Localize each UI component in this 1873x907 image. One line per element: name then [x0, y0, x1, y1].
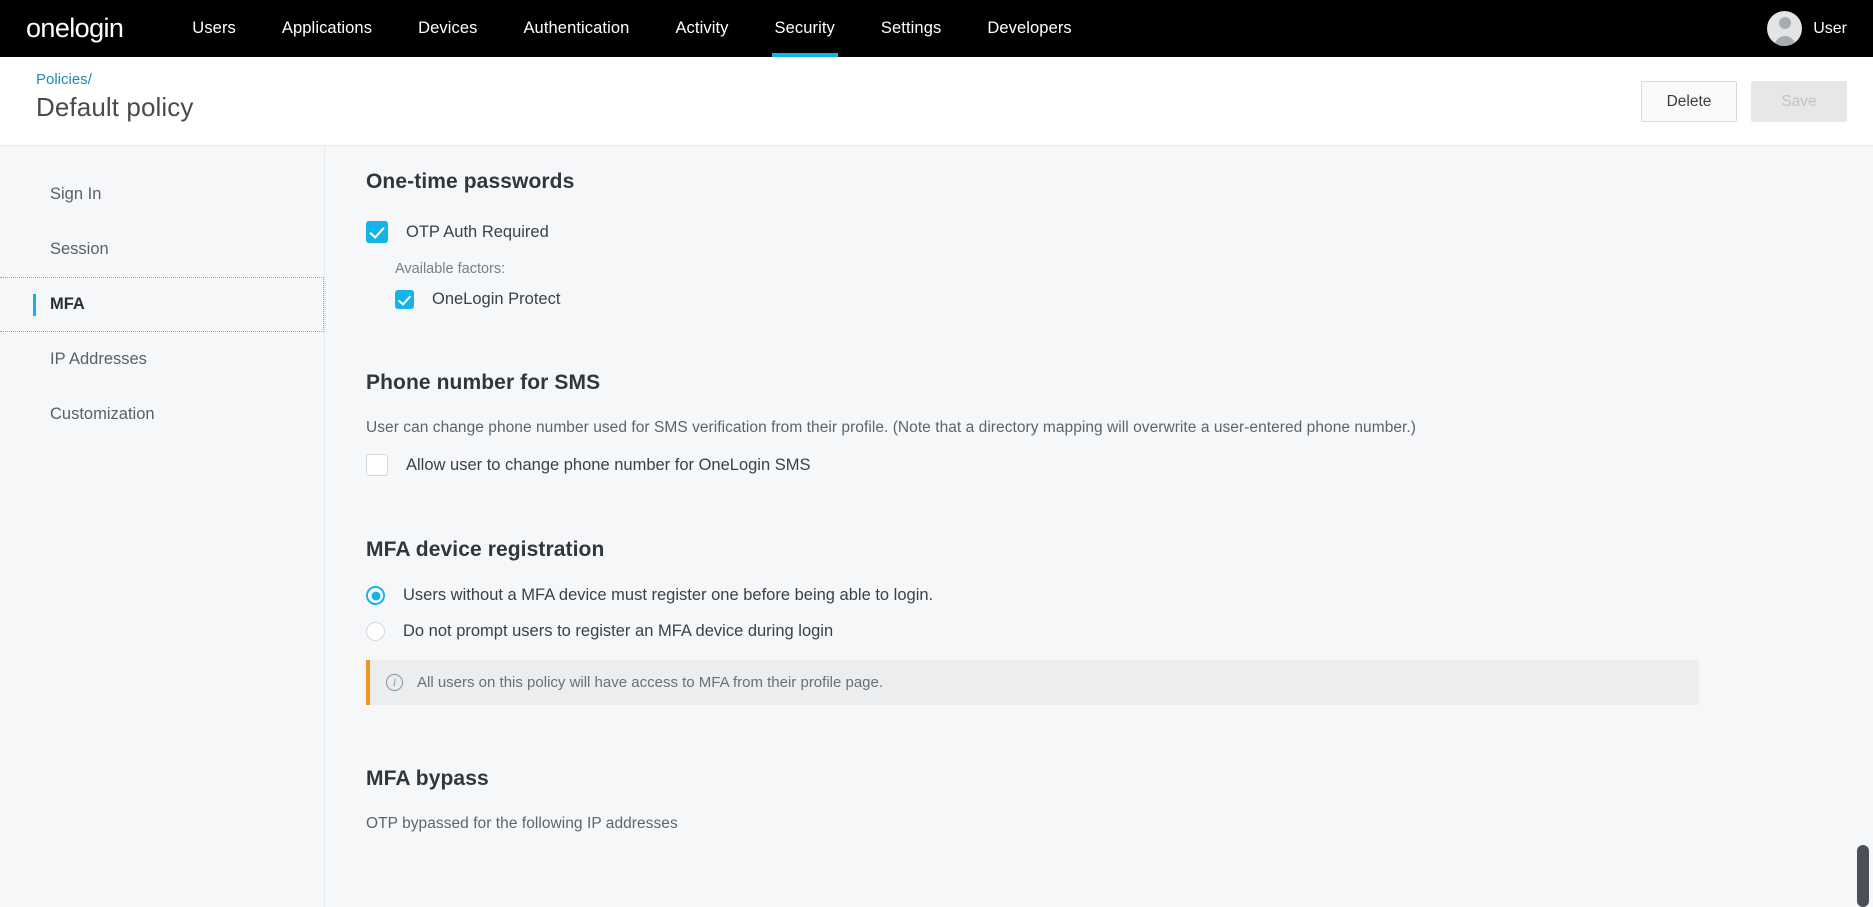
- sidebar-item-session[interactable]: Session: [0, 222, 324, 277]
- radio-row-do-not-prompt[interactable]: Do not prompt users to register an MFA d…: [366, 622, 1873, 641]
- nav-item-developers[interactable]: Developers: [964, 0, 1094, 57]
- sidebar-item-ip-addresses[interactable]: IP Addresses: [0, 332, 324, 387]
- allow-phone-change-row[interactable]: Allow user to change phone number for On…: [366, 454, 1873, 476]
- policy-sidebar: Sign In Session MFA IP Addresses Customi…: [0, 146, 325, 907]
- checkbox-unchecked-icon[interactable]: [366, 454, 388, 476]
- otp-auth-required-row[interactable]: OTP Auth Required: [366, 221, 1873, 243]
- sms-description: User can change phone number used for SM…: [366, 419, 1416, 436]
- available-factors-label: Available factors:: [395, 261, 506, 277]
- onelogin-protect-row[interactable]: OneLogin Protect: [395, 290, 1873, 309]
- section-title-one-time-passwords: One-time passwords: [366, 170, 575, 193]
- sidebar-item-mfa[interactable]: MFA: [0, 277, 324, 332]
- radio-selected-icon[interactable]: [366, 586, 385, 605]
- main-nav-items: Users Applications Devices Authenticatio…: [169, 0, 1095, 57]
- sidebar-item-sign-in[interactable]: Sign In: [0, 167, 324, 222]
- section-title-phone-number-sms: Phone number for SMS: [366, 371, 601, 394]
- nav-item-security[interactable]: Security: [752, 0, 858, 57]
- user-menu[interactable]: User: [1767, 0, 1847, 57]
- radio-unselected-icon[interactable]: [366, 622, 385, 641]
- radio-label-do-not-prompt: Do not prompt users to register an MFA d…: [403, 622, 834, 640]
- onelogin-logo[interactable]: onelogin: [26, 15, 124, 42]
- info-notice-banner: i All users on this policy will have acc…: [366, 660, 1699, 705]
- breadcrumb: Policies/: [36, 71, 92, 89]
- nav-item-devices[interactable]: Devices: [395, 0, 500, 57]
- save-button: Save: [1751, 81, 1847, 122]
- user-menu-label: User: [1813, 19, 1847, 37]
- allow-phone-change-label: Allow user to change phone number for On…: [406, 455, 811, 474]
- breadcrumb-separator: /: [87, 71, 92, 88]
- nav-item-settings[interactable]: Settings: [858, 0, 964, 57]
- info-icon: i: [386, 674, 403, 691]
- checkbox-checked-icon[interactable]: [395, 290, 414, 309]
- page-body: Sign In Session MFA IP Addresses Customi…: [0, 146, 1873, 907]
- vertical-scrollbar-thumb[interactable]: [1857, 845, 1869, 907]
- radio-label-must-register: Users without a MFA device must register…: [403, 586, 934, 604]
- otp-auth-required-label: OTP Auth Required: [406, 222, 549, 241]
- delete-button[interactable]: Delete: [1641, 81, 1737, 122]
- page-title: Default policy: [36, 92, 194, 122]
- top-navigation-bar: onelogin Users Applications Devices Auth…: [0, 0, 1873, 57]
- policy-content-panel: One-time passwords OTP Auth Required Ava…: [325, 146, 1873, 907]
- section-title-mfa-bypass: MFA bypass: [366, 767, 489, 790]
- mfa-bypass-description: OTP bypassed for the following IP addres…: [366, 815, 678, 832]
- avatar: [1767, 11, 1803, 46]
- section-title-mfa-device-registration: MFA device registration: [366, 538, 605, 561]
- header-actions: Delete Save: [1641, 81, 1847, 122]
- nav-item-activity[interactable]: Activity: [652, 0, 751, 57]
- info-notice-text: All users on this policy will have acces…: [417, 674, 884, 691]
- onelogin-protect-label: OneLogin Protect: [432, 290, 561, 308]
- nav-item-users[interactable]: Users: [169, 0, 259, 57]
- radio-row-must-register[interactable]: Users without a MFA device must register…: [366, 586, 1873, 605]
- sidebar-item-customization[interactable]: Customization: [0, 387, 324, 442]
- checkbox-checked-icon[interactable]: [366, 221, 388, 243]
- nav-item-applications[interactable]: Applications: [259, 0, 395, 57]
- breadcrumb-link-policies[interactable]: Policies: [36, 71, 88, 88]
- page-header: Policies/ Default policy Delete Save: [0, 57, 1873, 146]
- nav-item-authentication[interactable]: Authentication: [500, 0, 652, 57]
